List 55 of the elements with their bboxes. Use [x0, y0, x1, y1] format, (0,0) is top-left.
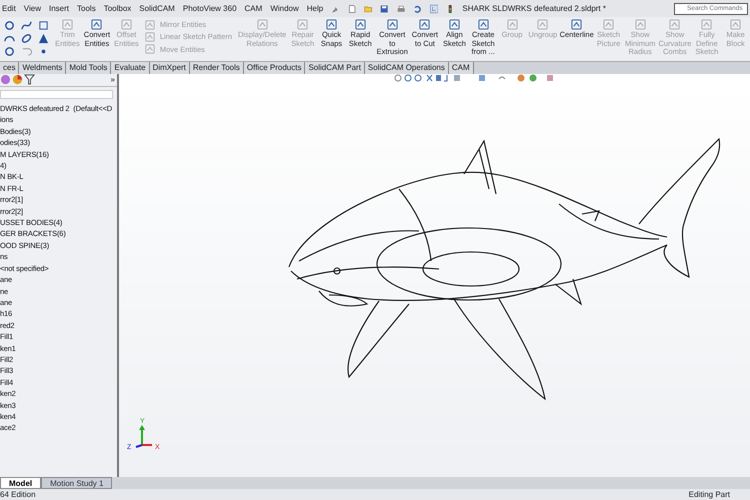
status-text: 64 Edition [0, 489, 36, 500]
tool-icon [354, 19, 366, 30]
command-tab[interactable]: Evaluate [111, 62, 150, 74]
command-tab[interactable]: DimXpert [150, 62, 190, 74]
menu-item[interactable]: Edit [2, 2, 16, 14]
command-tab[interactable]: Mold Tools [66, 62, 112, 74]
tool-icon [448, 19, 460, 30]
window-title: SHARK SLDWRKS defeatured 2.sldprt * [462, 2, 606, 14]
command-tab[interactable]: Render Tools [190, 62, 244, 74]
save-icon[interactable] [380, 4, 389, 14]
bottom-tab[interactable]: Model [0, 477, 42, 489]
ellipse-icon[interactable] [21, 33, 32, 44]
expand-glyph[interactable]: » [110, 74, 115, 86]
bottom-tab[interactable]: Motion Study 1 [41, 477, 112, 489]
circle-icon[interactable] [4, 20, 15, 31]
command-tab[interactable]: ces [0, 62, 20, 74]
tool-icon [144, 44, 155, 54]
command-tab[interactable]: Office Products [244, 62, 306, 74]
new-document-icon[interactable] [348, 4, 356, 14]
axis-triad-drawing [136, 425, 152, 448]
rectangle-icon[interactable] [38, 20, 49, 31]
tool-icon [419, 19, 430, 30]
spline-icon[interactable] [21, 20, 32, 31]
menu-item[interactable]: Insert [49, 2, 70, 14]
cursor-icon[interactable] [430, 4, 438, 14]
command-tab[interactable]: SolidCAM Operations [364, 62, 449, 74]
arc-icon[interactable] [4, 33, 15, 44]
circle-icon[interactable] [4, 46, 15, 57]
undo-icon[interactable] [413, 4, 422, 14]
triangle-icon[interactable] [38, 33, 49, 44]
tool-icon [144, 20, 155, 30]
tool-icon [91, 19, 102, 30]
menu-item[interactable]: Window [270, 2, 299, 14]
tool-icon [478, 19, 489, 30]
filter-field[interactable] [0, 90, 113, 99]
status-text: Editing Part [688, 489, 730, 500]
sphere-icon[interactable] [0, 74, 11, 85]
tool-icon [326, 19, 338, 30]
pie-chart-icon[interactable] [12, 74, 23, 85]
command-tab[interactable]: CAM [448, 62, 474, 74]
printer-icon[interactable] [396, 4, 406, 14]
tool-icon [386, 19, 398, 30]
menu-item[interactable]: Tools [77, 2, 96, 14]
menu-item[interactable]: Help [306, 2, 324, 14]
command-tab[interactable]: SolidCAM Part [305, 62, 365, 74]
menu-item[interactable]: PhotoView 360 [182, 2, 237, 14]
menu-item[interactable]: CAM [244, 2, 262, 14]
menu-item[interactable]: Toolbox [104, 2, 132, 14]
tool-icon [144, 32, 155, 42]
view-toolbar-drawing[interactable] [394, 74, 553, 82]
menu-item[interactable]: View [24, 2, 41, 14]
filter-icon[interactable] [24, 74, 35, 85]
command-tab[interactable]: Weldments [19, 62, 66, 74]
menu-item[interactable]: SolidCAM [139, 2, 175, 14]
tool-icon [571, 19, 582, 30]
